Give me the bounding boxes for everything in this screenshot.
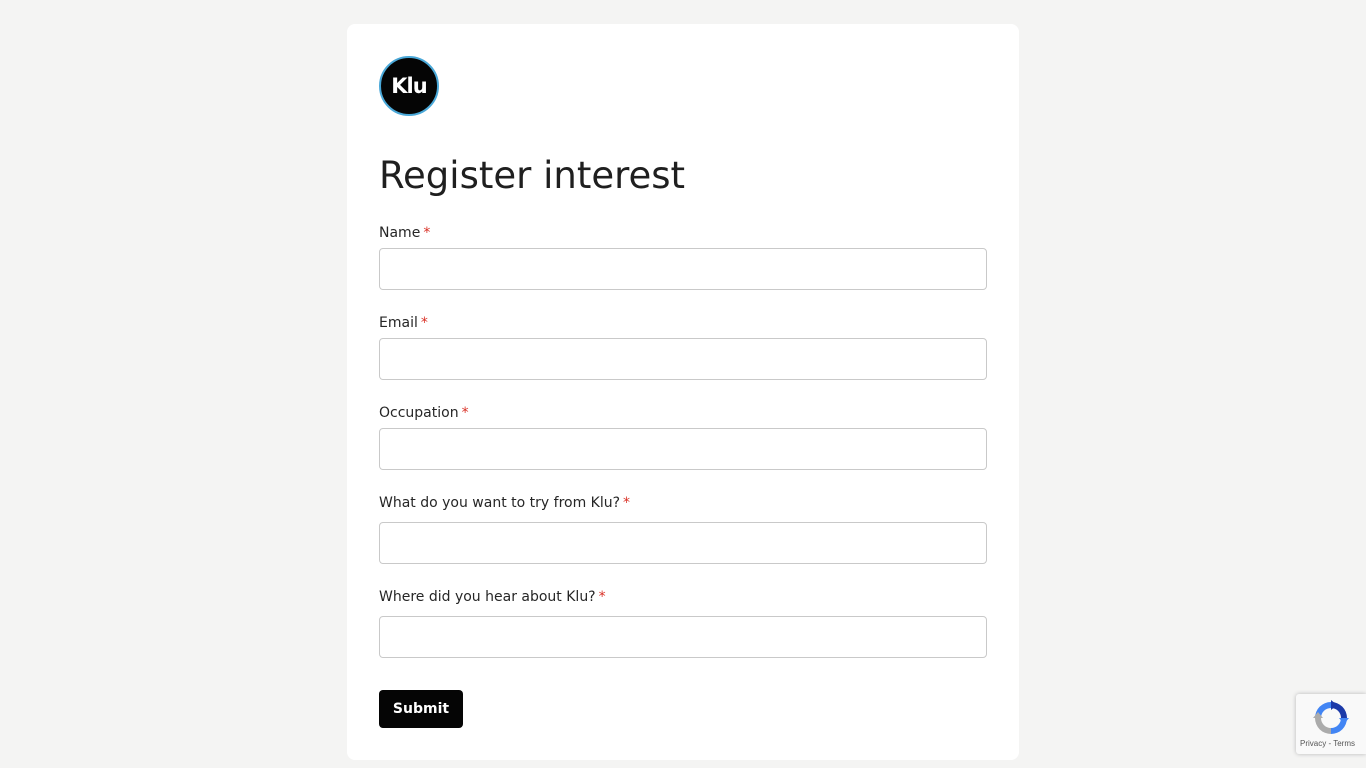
page-title: Register interest bbox=[379, 154, 686, 197]
recaptcha-privacy-link[interactable]: Privacy bbox=[1300, 739, 1326, 748]
try-from-klu-label-text: What do you want to try from Klu? bbox=[379, 495, 621, 511]
occupation-label: Occupation * bbox=[379, 403, 469, 423]
recaptcha-links: Privacy - Terms bbox=[1300, 739, 1364, 749]
recaptcha-icon bbox=[1313, 700, 1349, 734]
heard-about-klu-label: Where did you hear about Klu? * bbox=[379, 587, 606, 607]
required-marker: * bbox=[623, 495, 631, 511]
email-label: Email * bbox=[379, 313, 428, 333]
required-marker: * bbox=[461, 405, 469, 421]
recaptcha-terms-link[interactable]: Terms bbox=[1333, 739, 1355, 748]
heard-about-klu-input[interactable] bbox=[379, 616, 987, 658]
heard-about-klu-label-text: Where did you hear about Klu? bbox=[379, 589, 596, 605]
try-from-klu-label: What do you want to try from Klu? * bbox=[379, 493, 630, 513]
register-form-card: Klu Register interest Name * Email * Occup… bbox=[347, 24, 1019, 760]
email-input[interactable] bbox=[379, 338, 987, 380]
try-from-klu-input[interactable] bbox=[379, 522, 987, 564]
name-label-text: Name bbox=[379, 225, 421, 241]
recaptcha-badge[interactable]: Privacy - Terms bbox=[1296, 694, 1366, 754]
required-marker: * bbox=[420, 315, 428, 331]
occupation-label-text: Occupation bbox=[379, 405, 459, 421]
klu-logo: Klu bbox=[379, 56, 439, 116]
logo-text: Klu bbox=[391, 74, 427, 98]
email-label-text: Email bbox=[379, 315, 418, 331]
name-input[interactable] bbox=[379, 248, 987, 290]
name-label: Name * bbox=[379, 223, 430, 243]
submit-button[interactable]: Submit bbox=[379, 690, 463, 728]
occupation-input[interactable] bbox=[379, 428, 987, 470]
required-marker: * bbox=[598, 589, 606, 605]
required-marker: * bbox=[423, 225, 431, 241]
